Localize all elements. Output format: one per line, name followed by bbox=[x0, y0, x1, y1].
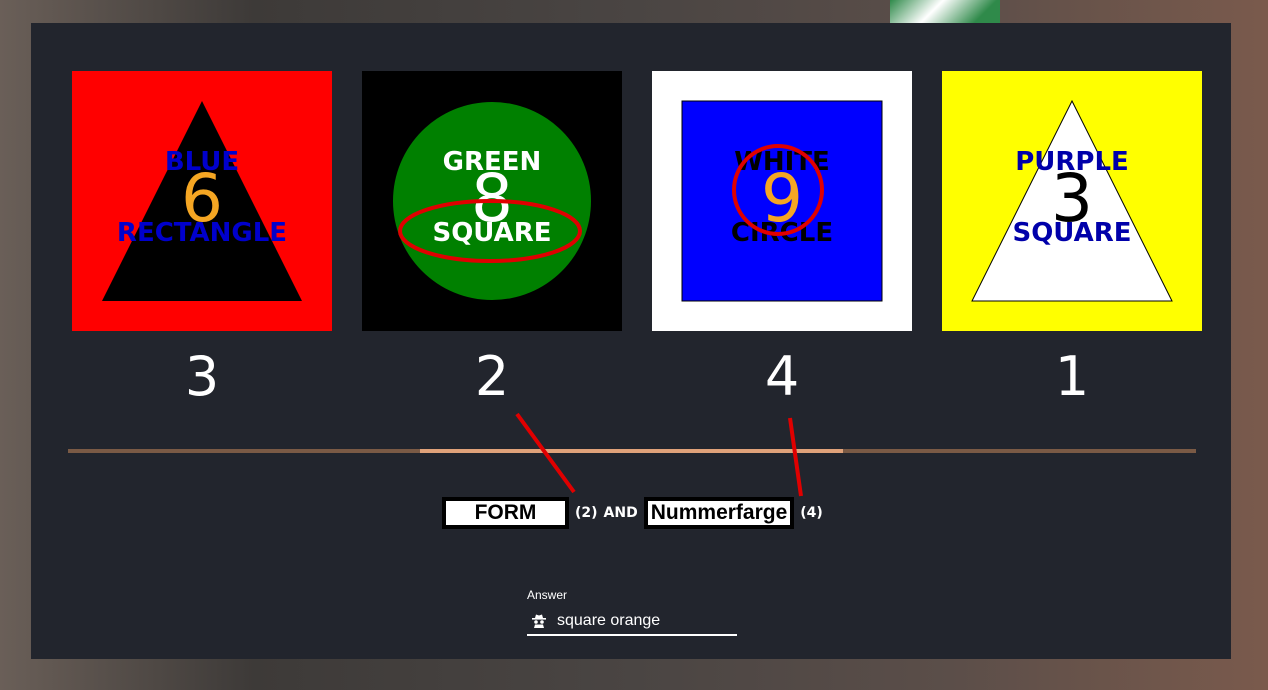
question-term-1: FORM bbox=[442, 497, 569, 529]
question-term-2: Nummerfarge bbox=[643, 497, 795, 529]
answer-input[interactable] bbox=[557, 612, 727, 630]
card-2-ordinal: 2 bbox=[474, 345, 510, 408]
card-1-word-bottom: RECTANGLE bbox=[117, 218, 287, 248]
card-2-word-bottom: SQUARE bbox=[432, 218, 551, 248]
card-1-ordinal: 3 bbox=[184, 345, 220, 408]
card-3-ordinal: 4 bbox=[764, 345, 800, 408]
card-4-ordinal: 1 bbox=[1054, 345, 1090, 408]
timer-bar-fill bbox=[420, 449, 843, 453]
question-ref-2: (4) bbox=[800, 505, 823, 521]
card-2: GREEN 8 SQUARE bbox=[362, 71, 622, 331]
question: FORM (2) AND Nummerfarge (4) bbox=[442, 497, 823, 529]
answer-label: Answer bbox=[527, 588, 568, 602]
card-3: WHITE 9 CIRCLE bbox=[652, 71, 912, 331]
background-sign bbox=[890, 0, 1000, 24]
card-3-word-bottom: CIRCLE bbox=[731, 218, 833, 248]
answer-field[interactable] bbox=[527, 608, 737, 636]
game-panel: BLUE 6 RECTANGLE 3 GREEN 8 SQUARE 2 WHIT… bbox=[31, 23, 1231, 659]
question-ref-1: (2) bbox=[575, 505, 598, 521]
question-conjunction: AND bbox=[603, 505, 638, 521]
spy-icon bbox=[532, 614, 546, 628]
card-1: BLUE 6 RECTANGLE bbox=[72, 71, 332, 331]
card-4: PURPLE 3 SQUARE bbox=[942, 71, 1202, 331]
card-4-word-bottom: SQUARE bbox=[1012, 218, 1131, 248]
